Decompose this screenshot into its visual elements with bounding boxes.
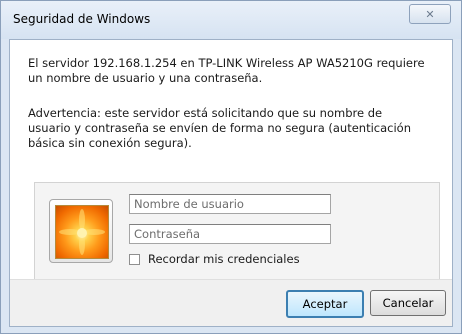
- cancel-button[interactable]: Cancelar: [370, 290, 446, 316]
- remember-credentials-row[interactable]: Recordar mis credenciales: [129, 252, 300, 266]
- dialog-title: Seguridad de Windows: [13, 12, 151, 26]
- password-field[interactable]: Contraseña: [129, 224, 331, 244]
- remember-checkbox[interactable]: [129, 253, 140, 265]
- avatar: [49, 199, 113, 263]
- remember-label: Recordar mis credenciales: [148, 252, 300, 266]
- title-bar: Seguridad de Windows ✕: [1, 1, 461, 39]
- user-flower-icon: [55, 205, 109, 259]
- dialog-content: El servidor 192.168.1.254 en TP-LINK Wir…: [9, 39, 453, 327]
- dialog-footer: Aceptar Cancelar: [10, 279, 452, 326]
- windows-security-dialog: Seguridad de Windows ✕ El servidor 192.1…: [0, 0, 462, 334]
- close-icon: ✕: [425, 7, 435, 21]
- username-field[interactable]: Nombre de usuario: [129, 194, 331, 214]
- credentials-panel: Nombre de usuario Contraseña Recordar mi…: [34, 182, 440, 286]
- ok-button[interactable]: Aceptar: [286, 290, 364, 318]
- warning-message: Advertencia: este servidor está solicita…: [28, 106, 412, 150]
- close-button[interactable]: ✕: [409, 4, 451, 24]
- server-message: El servidor 192.168.1.254 en TP-LINK Wir…: [28, 56, 425, 85]
